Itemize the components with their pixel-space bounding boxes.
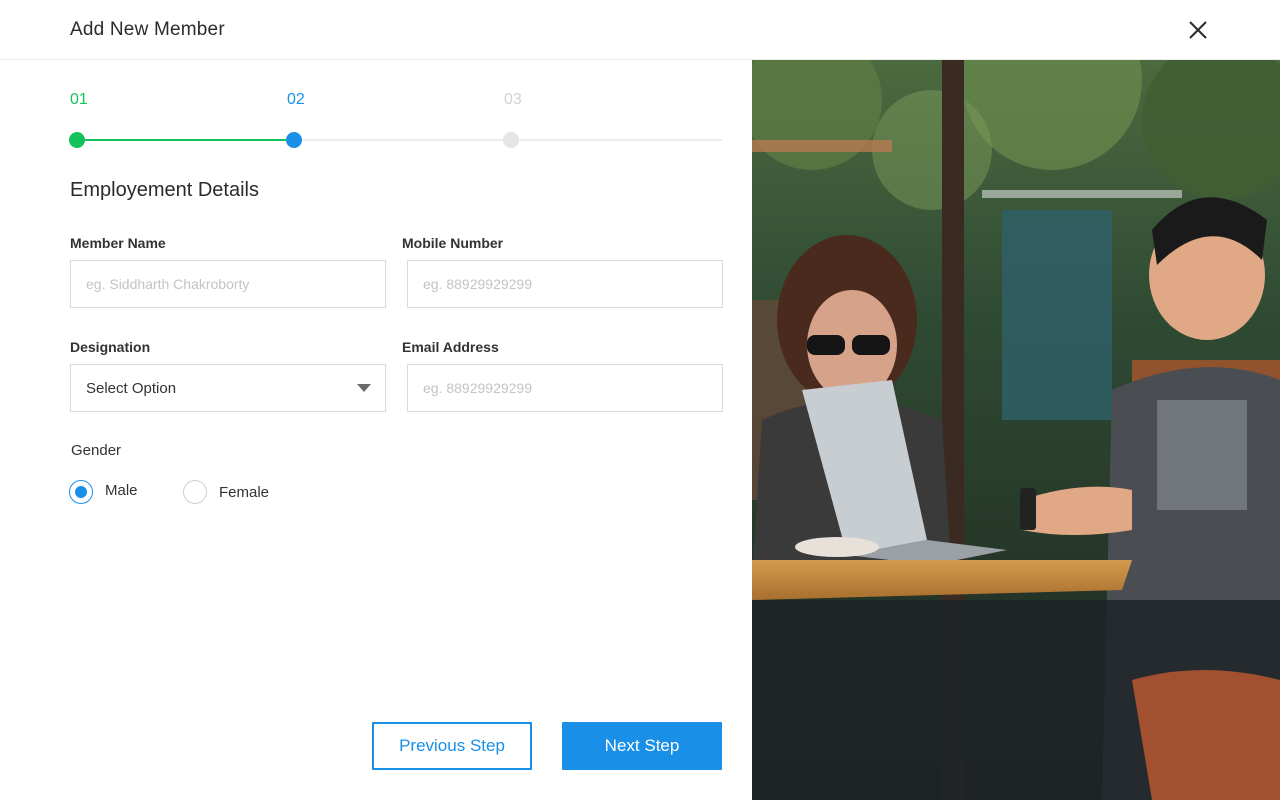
radio-selected-indicator [75,486,87,498]
gender-label: Gender [71,442,122,459]
step-2-number: 02 [287,91,305,108]
chevron-down-icon [357,384,371,392]
step-3-dot[interactable] [503,132,519,148]
modal-title: Add New Member [70,19,225,40]
previous-step-button[interactable]: Previous Step [372,722,532,770]
mobile-number-input[interactable] [407,260,723,308]
step-1-dot[interactable] [69,132,85,148]
gender-female-label[interactable]: Female [219,484,269,501]
step-2-dot[interactable] [286,132,302,148]
modal-header: Add New Member [0,0,1280,60]
close-button[interactable] [1184,16,1212,44]
designation-label: Designation [70,339,151,355]
member-name-label: Member Name [70,235,166,251]
step-1-number: 01 [70,91,88,108]
designation-selected-value: Select Option [86,380,177,397]
gender-male-label[interactable]: Male [105,482,138,499]
gender-male-radio[interactable] [69,480,93,504]
next-step-button[interactable]: Next Step [562,722,722,770]
hero-photo [752,60,1280,800]
step-3-number: 03 [504,91,522,108]
member-name-input[interactable] [70,260,386,308]
email-address-label: Email Address [402,339,499,355]
section-title: Employement Details [70,179,259,201]
mobile-number-label: Mobile Number [402,235,504,251]
designation-select[interactable]: Select Option [70,364,386,412]
email-address-input[interactable] [407,364,723,412]
stepper-progress-line [78,139,294,141]
gender-female-radio[interactable] [183,480,207,504]
close-icon [1189,21,1207,39]
photo-illustration [752,60,1280,800]
